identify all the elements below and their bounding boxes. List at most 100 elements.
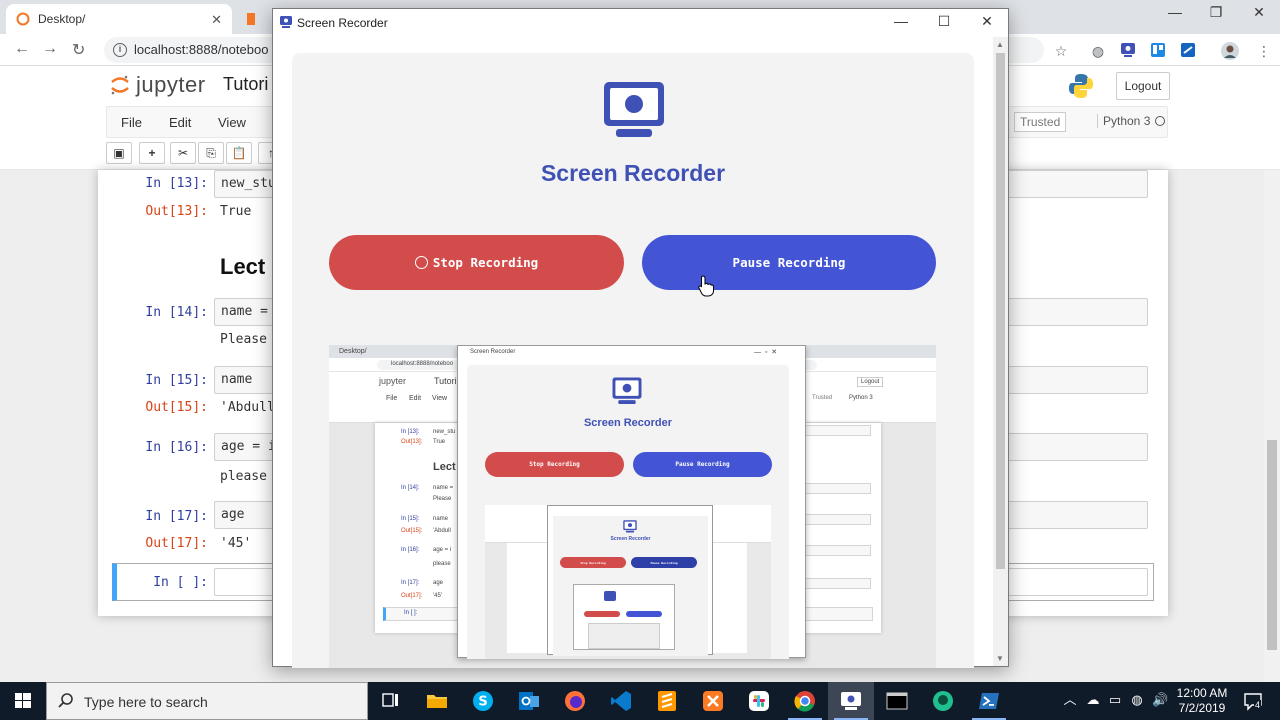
volume-icon[interactable]: 🔊 (1152, 692, 1168, 708)
search-icon (57, 692, 75, 710)
recorder-extension-icon[interactable] (1119, 42, 1137, 60)
recording-preview: Desktop/ localhost:8888/noteboo jupyter … (329, 345, 936, 668)
browser-minimize-icon[interactable]: — (1152, 4, 1198, 20)
save-icon[interactable]: ▣ (106, 142, 132, 164)
in-prompt-14: In [14]: (145, 305, 208, 320)
preview-out-13: True (433, 439, 446, 445)
tab-close-icon[interactable]: ✕ (211, 12, 222, 28)
preview-tab-label: Desktop/ (339, 348, 367, 355)
jupyter-logo-text: jupyter (136, 72, 206, 97)
browser-restore-icon[interactable]: ❐ (1193, 4, 1239, 21)
tab-desktop[interactable]: Desktop/ ✕ (6, 4, 232, 34)
preview-deep-monitor-icon (604, 591, 616, 601)
preview-deep-recorder (573, 584, 675, 650)
preview-nested-screen: Screen Recorder Stop Recording Pause Rec… (485, 505, 771, 659)
copy-icon[interactable]: ⎘ (198, 142, 224, 164)
preview-recorder-heading: Screen Recorder (583, 417, 673, 429)
preview-out-16: please (433, 561, 451, 567)
powershell-icon[interactable] (966, 682, 1012, 720)
chrome-menu-icon[interactable]: ⋮ (1255, 42, 1273, 60)
recorder-heading: Screen Recorder (540, 160, 726, 186)
trusted-badge[interactable]: Trusted (1014, 112, 1067, 132)
terminal-icon[interactable] (874, 682, 920, 720)
outlook-icon[interactable] (506, 682, 552, 720)
task-view-icon[interactable] (368, 682, 414, 720)
slack-icon[interactable] (736, 682, 782, 720)
preview-menu-file: File (386, 395, 398, 402)
notification-icon[interactable]: 4 (1243, 691, 1263, 711)
kernel-status-icon (1155, 116, 1166, 126)
battery-icon[interactable]: ▭ (1107, 692, 1123, 708)
preview-out-14: Please (433, 496, 452, 502)
vscode-icon[interactable] (598, 682, 644, 720)
taskbar-search[interactable]: Type here to search (46, 682, 368, 720)
network-icon[interactable]: ◍ (1129, 692, 1145, 708)
output-15: 'Abdull (220, 400, 275, 415)
menu-edit[interactable]: Edit (169, 115, 191, 130)
recorder-titlebar[interactable]: Screen Recorder — ☐ ✕ (273, 9, 1008, 37)
add-cell-icon[interactable]: + (139, 142, 165, 164)
scroll-down-icon[interactable]: ▼ (996, 654, 1004, 663)
stop-recording-button[interactable]: Stop Recording (329, 235, 624, 290)
preview-nested-stop-label: Stop Recording (580, 560, 606, 565)
sublime-icon[interactable] (644, 682, 690, 720)
kernel-name: Python 3 (1103, 114, 1151, 128)
share-extension-icon[interactable] (1179, 42, 1197, 60)
in-prompt-17: In [17]: (145, 509, 208, 524)
forward-icon[interactable]: → (42, 40, 58, 58)
logout-button[interactable]: Logout (1116, 72, 1170, 100)
output-14: Please (220, 332, 267, 347)
cut-icon[interactable]: ✂ (170, 142, 196, 164)
menu-file[interactable]: File (121, 115, 142, 130)
file-explorer-icon[interactable] (414, 682, 460, 720)
star-icon[interactable]: ☆ (1052, 42, 1070, 60)
recorder-scrollbar-thumb[interactable] (996, 53, 1005, 569)
start-button[interactable] (0, 682, 46, 720)
recorder-scrollbar[interactable]: ▲ ▼ (993, 37, 1008, 666)
xampp-icon[interactable] (690, 682, 736, 720)
record-circle-icon (414, 256, 428, 269)
gitkraken-icon[interactable] (920, 682, 966, 720)
svg-text:S: S (478, 695, 487, 710)
tray-chevron-up-icon[interactable]: ︿ (1062, 692, 1078, 708)
preview-active-prompt: In [ ]: (404, 610, 418, 616)
scroll-up-icon[interactable]: ▲ (996, 40, 1004, 49)
browser-close-icon[interactable]: ✕ (1236, 4, 1280, 21)
back-icon[interactable]: ← (14, 40, 30, 58)
jupyter-tab-icon (16, 12, 30, 26)
preview-pause-label: Pause Recording (675, 461, 730, 468)
tab-second[interactable] (234, 4, 274, 34)
preview-prompt-14: In [14]: (401, 485, 420, 491)
firefox-icon[interactable] (552, 682, 598, 720)
preview-code-16: age = i (433, 547, 452, 553)
info-icon[interactable]: i (113, 43, 127, 57)
recorder-maximize-icon[interactable]: ☐ (924, 13, 964, 33)
taskbar-clock[interactable]: 12:00 AM 7/2/2019 (1172, 686, 1232, 716)
preview-jupyter-logo: jupyter (379, 376, 407, 386)
skype-icon[interactable]: S (460, 682, 506, 720)
in-prompt-13: In [13]: (145, 176, 208, 191)
recorder-minimize-icon[interactable]: — (881, 13, 921, 33)
preview-deep-stop (584, 611, 620, 617)
trello-extension-icon[interactable] (1149, 42, 1167, 60)
recorder-close-icon[interactable]: ✕ (967, 13, 1007, 33)
page-scrollbar[interactable] (1264, 170, 1280, 682)
out-prompt-13: Out[13]: (145, 204, 208, 219)
preview-window-controls: — ▫ ✕ (754, 349, 778, 356)
pause-recording-button[interactable]: Pause Recording (642, 235, 936, 290)
jupyter-orb-icon (110, 74, 130, 96)
pause-recording-label: Pause Recording (732, 255, 846, 270)
notebook-title[interactable]: Tutori (223, 74, 268, 95)
menu-view[interactable]: View (218, 115, 246, 130)
jupyter-logo[interactable]: jupyter (110, 72, 206, 98)
cloud-offline-icon[interactable]: ☁ (1085, 692, 1101, 708)
chrome-icon[interactable] (782, 682, 828, 720)
preview-prompt-out13: Out[13]: (401, 439, 423, 445)
paste-icon[interactable]: 📋 (226, 142, 252, 164)
globe-extension-icon[interactable]: ◍ (1089, 42, 1107, 60)
search-placeholder: Type here to search (84, 694, 208, 710)
screen-recorder-taskbar-icon[interactable] (828, 682, 874, 720)
profile-avatar-icon[interactable] (1221, 42, 1239, 60)
page-scrollbar-thumb[interactable] (1267, 440, 1277, 650)
reload-icon[interactable]: ↻ (72, 40, 85, 60)
